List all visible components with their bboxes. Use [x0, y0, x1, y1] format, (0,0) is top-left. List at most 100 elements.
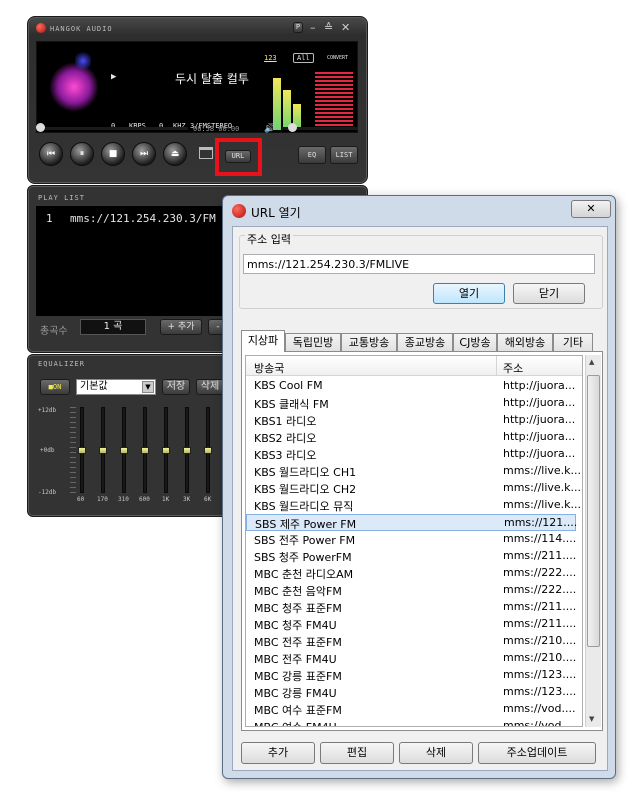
chevron-down-icon[interactable]: ▼	[142, 381, 154, 393]
tab-cj[interactable]: CJ방송	[453, 333, 497, 352]
eject-button[interactable]: ⏏	[163, 142, 187, 166]
badge-all[interactable]: All	[293, 53, 314, 63]
eq-knob[interactable]	[120, 447, 128, 454]
pause-button[interactable]: ⏸	[70, 142, 94, 166]
app-logo-icon	[36, 23, 46, 33]
column-header-station[interactable]: 방송국	[254, 360, 284, 376]
station-row[interactable]: SBS 청주 PowerFM mms://211....	[246, 548, 576, 565]
eq-freq-label: 60	[77, 496, 85, 503]
station-row[interactable]: MBC 강릉 FM4U mms://123....	[246, 684, 576, 701]
badge-123[interactable]: 123	[264, 54, 277, 62]
url-dialog: URL 열기 ✕ 주소 입력 열기 닫기 지상파 독립민방 교통방송 종교방송 …	[222, 195, 616, 779]
station-row[interactable]: KBS Cool FM http://juora...	[246, 378, 576, 395]
eq-save-button[interactable]: 저장	[162, 379, 190, 395]
station-row[interactable]: KBS 클래식 FM http://juora...	[246, 395, 576, 412]
eq-button[interactable]: EQ	[298, 146, 326, 164]
eq-knob[interactable]	[141, 447, 149, 454]
convert-button[interactable]: CONVERT	[327, 55, 348, 61]
station-row[interactable]: MBC 전주 표준FM mms://210....	[246, 633, 576, 650]
station-name: KBS1 라디오	[254, 415, 317, 428]
scrollbar[interactable]: ▲ ▼	[585, 355, 601, 727]
db-bottom-label: -12db	[38, 489, 57, 496]
station-row[interactable]: KBS 월드라디오 CH2 mms://live.k...	[246, 480, 581, 497]
close-dialog-button[interactable]: 닫기	[513, 283, 585, 304]
station-row[interactable]: MBC 춘천 라디오AM mms://222....	[246, 565, 576, 582]
stop-button[interactable]: ■	[101, 142, 125, 166]
next-button[interactable]: ⏭	[132, 142, 156, 166]
total-label: 총곡수	[40, 326, 68, 337]
station-row[interactable]: KBS1 라디오 http://juora...	[246, 412, 576, 429]
tab-etc[interactable]: 기타	[553, 333, 593, 352]
address-input[interactable]	[243, 254, 595, 274]
scroll-down-icon[interactable]: ▼	[589, 715, 594, 723]
tab-religion[interactable]: 종교방송	[397, 333, 453, 352]
tab-independent[interactable]: 독립민방	[285, 333, 341, 352]
station-row[interactable]: MBC 강릉 표준FM mms://123....	[246, 667, 576, 684]
tab-panel: 방송국 주소 KBS Cool FM http://juora... KBS 클래식…	[241, 351, 603, 731]
track-title: 두시 탈출 컬투	[175, 72, 249, 86]
station-name: MBC 춘천 라디오AM	[254, 568, 354, 581]
station-row[interactable]: MBC 여수 FM4U mms://vod...	[246, 718, 576, 726]
seek-bar[interactable]	[38, 127, 188, 130]
edit-button[interactable]: 편집	[320, 742, 394, 764]
station-url: http://juora...	[503, 379, 576, 392]
eq-delete-button[interactable]: 삭제	[196, 379, 224, 395]
list-header: 방송국 주소	[246, 356, 582, 376]
playlist-area[interactable]: 1 mms://121.254.230.3/FM	[36, 206, 236, 316]
tab-terrestrial[interactable]: 지상파	[241, 330, 285, 352]
eq-knob[interactable]	[99, 447, 107, 454]
volume-knob[interactable]	[288, 123, 297, 132]
playlist-row-text[interactable]: mms://121.254.230.3/FM	[70, 212, 216, 225]
p-button[interactable]: P	[293, 22, 303, 33]
url-button[interactable]: URL	[225, 150, 251, 163]
time-readout: 00:58 00:00	[193, 125, 240, 133]
add-button[interactable]: 추가	[241, 742, 315, 764]
station-row[interactable]: KBS 월드라디오 CH1 mms://live.k...	[246, 463, 581, 480]
delete-button[interactable]: 삭제	[399, 742, 473, 764]
station-url: mms://211....	[503, 617, 577, 630]
volume-icon: 🔊	[264, 124, 276, 134]
db-mid-label: +0db	[40, 447, 55, 454]
prev-button[interactable]: ⏮	[39, 142, 63, 166]
db-scale	[70, 407, 76, 493]
column-header-address[interactable]: 주소	[503, 360, 523, 376]
eq-knob[interactable]	[78, 447, 86, 454]
seek-knob[interactable]	[36, 123, 45, 132]
update-address-button[interactable]: 주소업데이트	[478, 742, 596, 764]
folder-icon[interactable]	[199, 147, 213, 159]
eq-knob[interactable]	[162, 447, 170, 454]
playlist-add-button[interactable]: + 추가	[160, 319, 202, 335]
tray-button[interactable]: ≙	[324, 22, 333, 34]
scroll-up-icon[interactable]: ▲	[589, 358, 594, 366]
station-row[interactable]: MBC 춘천 음악FM mms://222....	[246, 582, 576, 599]
station-name: MBC 여수 표준FM	[254, 704, 342, 717]
station-url: mms://222....	[503, 583, 577, 596]
station-row[interactable]: MBC 여수 표준FM mms://vod....	[246, 701, 576, 718]
eq-knob[interactable]	[183, 447, 191, 454]
station-url: mms://live.k...	[503, 481, 582, 494]
station-list[interactable]: 방송국 주소 KBS Cool FM http://juora... KBS 클래식…	[245, 355, 583, 727]
minimize-button[interactable]: –	[310, 22, 316, 34]
station-row[interactable]: KBS2 라디오 http://juora...	[246, 429, 576, 446]
station-name: SBS 전주 Power FM	[254, 534, 356, 547]
tab-overseas[interactable]: 해외방송	[497, 333, 553, 352]
station-row[interactable]: KBS 월드라디오 뮤직 mms://live.k...	[246, 497, 581, 514]
list-button[interactable]: LIST	[330, 146, 358, 164]
station-row[interactable]: MBC 청주 FM4U mms://211....	[246, 616, 576, 633]
open-button[interactable]: 열기	[433, 283, 505, 304]
tab-traffic[interactable]: 교통방송	[341, 333, 397, 352]
close-button[interactable]: ✕	[341, 22, 350, 34]
eq-knob[interactable]	[204, 447, 212, 454]
station-url: mms://123....	[503, 685, 577, 698]
station-row[interactable]: MBC 청주 표준FM mms://211....	[246, 599, 576, 616]
station-name: MBC 전주 표준FM	[254, 636, 342, 649]
station-row[interactable]: SBS 제주 Power FM mms://121....	[246, 514, 577, 531]
eq-on-button[interactable]: ■ON	[40, 379, 70, 395]
scroll-thumb[interactable]	[587, 375, 600, 647]
station-row[interactable]: MBC 전주 FM4U mms://210....	[246, 650, 576, 667]
eq-freq-label: 310	[118, 496, 129, 503]
eq-freq-label: 600	[139, 496, 150, 503]
dialog-close-button[interactable]: ✕	[571, 200, 611, 218]
station-row[interactable]: KBS3 라디오 http://juora...	[246, 446, 576, 463]
station-row[interactable]: SBS 전주 Power FM mms://114....	[246, 531, 576, 548]
